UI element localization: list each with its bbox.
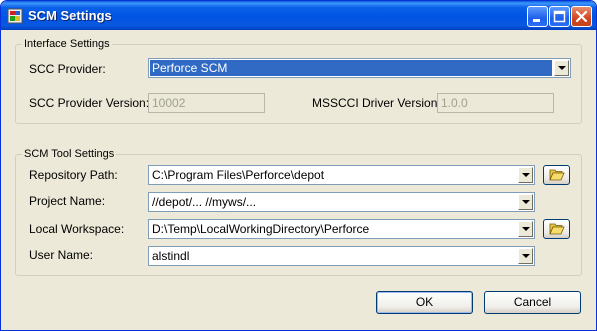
msscci-driver-version-value: 1.0.0 bbox=[441, 96, 468, 110]
repository-path-label: Repository Path: bbox=[29, 168, 118, 182]
chevron-down-icon[interactable] bbox=[518, 248, 533, 264]
scm-settings-window: SCM Settings Interface Settings SCC Prov… bbox=[0, 0, 597, 331]
chevron-down-icon[interactable] bbox=[518, 221, 533, 237]
project-name-label: Project Name: bbox=[29, 194, 106, 208]
close-icon bbox=[575, 10, 588, 23]
scc-provider-version-label: SCC Provider Version: bbox=[29, 96, 150, 110]
scc-provider-value: Perforce SCM bbox=[150, 60, 552, 76]
chevron-down-icon[interactable] bbox=[518, 194, 533, 210]
scc-provider-version-value: 10002 bbox=[152, 96, 186, 110]
open-folder-icon bbox=[549, 169, 565, 181]
chevron-down-icon[interactable] bbox=[554, 60, 569, 76]
open-folder-icon bbox=[549, 223, 565, 235]
local-workspace-value: D:\Temp\LocalWorkingDirectory\Perforce bbox=[152, 222, 370, 236]
chevron-down-icon[interactable] bbox=[518, 167, 533, 183]
scc-provider-label: SCC Provider: bbox=[29, 62, 106, 76]
cancel-button[interactable]: Cancel bbox=[484, 291, 581, 314]
local-workspace-label: Local Workspace: bbox=[29, 222, 125, 236]
browse-workspace-button[interactable] bbox=[543, 219, 570, 239]
local-workspace-combo[interactable]: D:\Temp\LocalWorkingDirectory\Perforce bbox=[148, 219, 535, 239]
project-name-combo[interactable]: //depot/... //myws/... bbox=[148, 192, 535, 212]
close-button[interactable] bbox=[571, 6, 592, 27]
repository-path-value: C:\Program Files\Perforce\depot bbox=[152, 168, 325, 182]
interface-settings-legend: Interface Settings bbox=[24, 38, 110, 50]
minimize-icon bbox=[533, 19, 540, 22]
scm-app-icon bbox=[7, 8, 23, 24]
window-title: SCM Settings bbox=[28, 8, 112, 23]
maximize-button[interactable] bbox=[549, 6, 570, 27]
scc-provider-dropdown[interactable]: Perforce SCM bbox=[148, 58, 571, 78]
scm-tool-settings-legend: SCM Tool Settings bbox=[24, 148, 115, 160]
browse-repository-button[interactable] bbox=[543, 165, 570, 185]
user-name-label: User Name: bbox=[29, 248, 94, 262]
maximize-icon bbox=[553, 10, 566, 23]
user-name-value: alstindl bbox=[152, 249, 190, 263]
minimize-button[interactable] bbox=[527, 6, 548, 27]
repository-path-combo[interactable]: C:\Program Files\Perforce\depot bbox=[148, 165, 535, 185]
scc-provider-version-field: 10002 bbox=[148, 93, 265, 113]
title-bar[interactable]: SCM Settings bbox=[1, 1, 596, 30]
msscci-driver-version-label: MSSCCI Driver Version: bbox=[312, 96, 441, 110]
project-name-value: //depot/... //myws/... bbox=[152, 195, 257, 209]
msscci-driver-version-field: 1.0.0 bbox=[437, 93, 554, 113]
user-name-combo[interactable]: alstindl bbox=[148, 246, 535, 266]
ok-button[interactable]: OK bbox=[376, 291, 473, 314]
